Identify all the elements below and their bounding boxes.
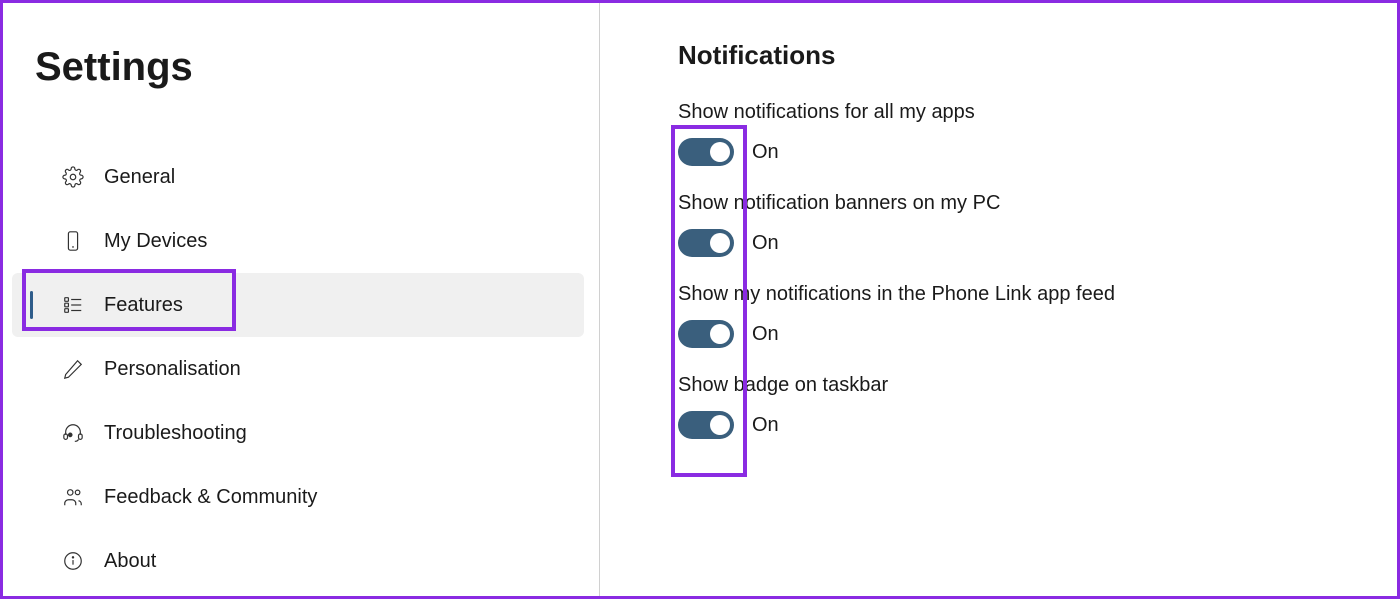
main-content: Notifications Show notifications for all…	[600, 0, 1400, 599]
sidebar-item-label: Troubleshooting	[104, 422, 247, 445]
toggle-knob	[710, 415, 730, 435]
toggle-badge-taskbar[interactable]	[678, 411, 734, 439]
setting-label: Show notification banners on my PC	[678, 192, 1400, 215]
people-icon	[62, 486, 84, 508]
sidebar-item-my-devices[interactable]: My Devices	[12, 209, 584, 273]
sidebar-item-features[interactable]: Features	[12, 273, 584, 337]
setting-show-banners: Show notification banners on my PC On	[678, 192, 1400, 257]
toggle-knob	[710, 324, 730, 344]
info-icon	[62, 550, 84, 572]
sidebar-item-label: General	[104, 166, 175, 189]
toggle-show-feed[interactable]	[678, 320, 734, 348]
toggle-state-label: On	[752, 323, 779, 346]
features-list-icon	[62, 294, 84, 316]
sidebar-item-general[interactable]: General	[12, 145, 584, 209]
sidebar-item-feedback-community[interactable]: Feedback & Community	[12, 465, 584, 529]
sidebar-item-personalisation[interactable]: Personalisation	[12, 337, 584, 401]
toggle-state-label: On	[752, 141, 779, 164]
setting-badge-taskbar: Show badge on taskbar On	[678, 374, 1400, 439]
setting-show-all-apps: Show notifications for all my apps On	[678, 101, 1400, 166]
sidebar-item-about[interactable]: About	[12, 529, 584, 593]
help-headset-icon: ?	[62, 422, 84, 444]
section-title-notifications: Notifications	[678, 40, 1400, 71]
phone-icon	[62, 230, 84, 252]
toggle-show-banners[interactable]	[678, 229, 734, 257]
setting-show-feed: Show my notifications in the Phone Link …	[678, 283, 1400, 348]
nav-list: General My Devices	[0, 145, 599, 593]
setting-label: Show my notifications in the Phone Link …	[678, 283, 1400, 306]
toggle-state-label: On	[752, 232, 779, 255]
sidebar-item-troubleshooting[interactable]: ? Troubleshooting	[12, 401, 584, 465]
setting-label: Show badge on taskbar	[678, 374, 1400, 397]
settings-title: Settings	[35, 45, 599, 90]
settings-sidebar: Settings General My Devi	[0, 0, 600, 599]
sidebar-item-label: About	[104, 550, 156, 573]
sidebar-item-label: Feedback & Community	[104, 486, 317, 509]
setting-label: Show notifications for all my apps	[678, 101, 1400, 124]
gear-icon	[62, 166, 84, 188]
toggle-knob	[710, 233, 730, 253]
toggle-state-label: On	[752, 414, 779, 437]
toggle-show-all-apps[interactable]	[678, 138, 734, 166]
sidebar-item-label: Features	[104, 294, 183, 317]
pencil-icon	[62, 358, 84, 380]
sidebar-item-label: Personalisation	[104, 358, 241, 381]
toggle-knob	[710, 142, 730, 162]
sidebar-item-label: My Devices	[104, 230, 207, 253]
